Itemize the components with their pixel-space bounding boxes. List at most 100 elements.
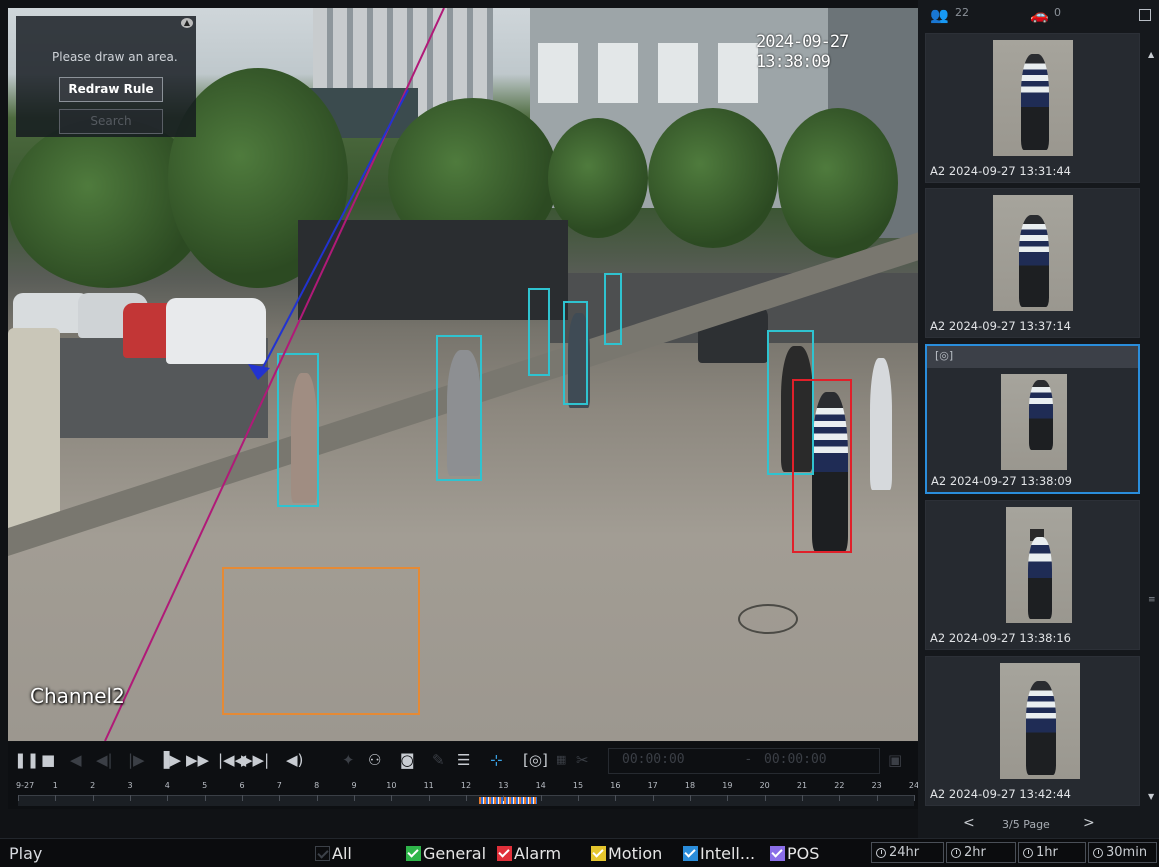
- checkbox-pos[interactable]: [770, 846, 785, 861]
- filter-all-label: All: [332, 844, 352, 863]
- prev-page-button[interactable]: <: [963, 815, 975, 831]
- volume-icon[interactable]: ◀): [286, 750, 303, 770]
- checkbox-general[interactable]: [406, 846, 421, 861]
- range-2hr-button[interactable]: 2hr: [946, 842, 1016, 863]
- timeline-tick: [130, 795, 131, 801]
- timeline-tick: [391, 795, 393, 801]
- collapse-icon[interactable]: ▲: [181, 18, 193, 28]
- next-page-button[interactable]: >: [1083, 815, 1095, 831]
- result-card[interactable]: A2 2024-09-27 13:42:44: [925, 656, 1140, 806]
- expand-icon[interactable]: [1139, 9, 1151, 21]
- recording-marks: [479, 797, 537, 804]
- checkbox-motion[interactable]: [591, 846, 606, 861]
- result-card-label: A2 2024-09-27 13:42:44: [930, 787, 1071, 801]
- results-header: 👥 22 🚗 0: [918, 0, 1159, 30]
- filter-all[interactable]: All: [315, 844, 352, 863]
- timeline-hour-label: 16: [610, 781, 621, 790]
- pause-icon[interactable]: ❚❚: [14, 750, 39, 770]
- timeline-hour-label: 13: [498, 781, 509, 790]
- slow-backward-icon[interactable]: ◀|: [96, 750, 113, 770]
- range-1hr-button[interactable]: 1hr: [1018, 842, 1086, 863]
- snapshot-icon[interactable]: ◙: [400, 750, 415, 770]
- scroll-down-icon[interactable]: ▼: [1148, 792, 1154, 801]
- range-30min-button[interactable]: 30min: [1088, 842, 1157, 863]
- save-icon[interactable]: ▣: [888, 750, 902, 770]
- dots-icon[interactable]: ▦: [556, 750, 566, 770]
- face-detect-icon[interactable]: ⚇: [368, 750, 381, 770]
- search-button[interactable]: Search: [59, 109, 163, 134]
- object-search-icon[interactable]: [◎]: [935, 349, 953, 362]
- object-search-icon[interactable]: [◎]: [523, 750, 548, 770]
- reverse-play-icon[interactable]: ◀: [70, 750, 82, 770]
- smart-search-icon[interactable]: ✦: [342, 750, 355, 770]
- person-thumbnail: [993, 40, 1073, 156]
- channel-label: Channel2: [30, 684, 125, 708]
- person: [1019, 215, 1049, 307]
- filter-intelligent-label: Intell...: [700, 844, 756, 863]
- human-icon[interactable]: 👥: [930, 6, 949, 24]
- clip-icon[interactable]: ✂: [576, 750, 589, 770]
- person-thumbnail: [1006, 507, 1072, 623]
- motion-search-icon[interactable]: ⊹: [490, 750, 503, 770]
- filter-icon[interactable]: ☰: [457, 750, 470, 770]
- person: [1026, 681, 1056, 775]
- filter-general[interactable]: General: [406, 844, 486, 863]
- vehicle-count: 0: [1054, 6, 1061, 19]
- result-card-selected[interactable]: [◎] A2 2024-09-27 13:38:09: [925, 344, 1140, 494]
- fast-forward-icon[interactable]: ▶▶: [186, 750, 209, 770]
- clock-icon: [1023, 847, 1033, 858]
- draw-area-prompt: Please draw an area.: [52, 50, 178, 64]
- filter-pos[interactable]: POS: [770, 844, 819, 863]
- vehicle-icon[interactable]: 🚗: [1030, 6, 1049, 24]
- checkbox-alarm[interactable]: [497, 846, 512, 861]
- checkbox-intelligent[interactable]: [683, 846, 698, 861]
- filter-motion[interactable]: Motion: [591, 844, 662, 863]
- clock-icon: [876, 847, 886, 858]
- tag-icon[interactable]: ✎: [432, 750, 445, 770]
- timeline-hour-label: 14: [535, 781, 546, 790]
- timeline[interactable]: 9-27 1 2 3 4 5 6 7 8 9 10 11 12 13 14 15 16 17 18 19 20 21 22 2…: [8, 779, 919, 809]
- video-playback-view[interactable]: 2024-09-27 13:38:09 Channel2 ▲ Please dr…: [8, 8, 918, 741]
- timeline-tick: [615, 795, 617, 801]
- person-thumbnail: [993, 195, 1073, 311]
- clip-end-time[interactable]: 00:00:00: [764, 752, 827, 767]
- timeline-tick: [727, 795, 729, 801]
- timeline-tick: [55, 795, 57, 801]
- playback-toolbar: ❚❚ ■ ◀ ◀| |▶ ▐▶ ▶▶ |◀◀ ▶▶| ◀) ✦ ⚇ ◙ ✎ ☰ …: [8, 742, 918, 779]
- results-scrollbar[interactable]: ▲ ≡ ▼: [1148, 30, 1156, 810]
- filter-alarm[interactable]: Alarm: [497, 844, 561, 863]
- timeline-hour-label: 4: [164, 781, 170, 790]
- checkbox-all[interactable]: [315, 846, 330, 861]
- timeline-tick: [839, 795, 841, 801]
- timeline-hour-label: 9: [351, 781, 357, 790]
- person-thumbnail: [1001, 374, 1067, 470]
- result-card-label: A2 2024-09-27 13:38:09: [931, 474, 1072, 488]
- redraw-rule-button[interactable]: Redraw Rule: [59, 77, 163, 102]
- next-record-icon[interactable]: ▶▶|: [241, 750, 269, 770]
- page-indicator: 3/5 Page: [1002, 818, 1050, 831]
- card-toolbar: [◎]: [927, 346, 1138, 368]
- range-24hr-button[interactable]: 24hr: [871, 842, 944, 863]
- timeline-tick: [503, 795, 505, 801]
- range-1hr-label: 1hr: [1036, 845, 1058, 860]
- timeline-tick: [354, 795, 355, 801]
- result-card[interactable]: A2 2024-09-27 13:38:16: [925, 500, 1140, 650]
- result-card-label: A2 2024-09-27 13:38:16: [930, 631, 1071, 645]
- person-thumbnail: [1000, 663, 1080, 779]
- timeline-tick: [914, 795, 915, 801]
- result-card[interactable]: A2 2024-09-27 13:31:44: [925, 33, 1140, 183]
- timeline-tick: [802, 795, 803, 801]
- clock-icon: [1093, 847, 1103, 858]
- stop-icon[interactable]: ■: [41, 750, 55, 770]
- scroll-up-icon[interactable]: ▲: [1148, 50, 1154, 59]
- slow-play-icon[interactable]: ▐▶: [158, 750, 181, 770]
- scroll-handle[interactable]: ≡: [1148, 595, 1156, 605]
- filter-intelligent[interactable]: Intell...: [683, 844, 755, 863]
- person: [1021, 54, 1049, 150]
- step-forward-icon[interactable]: |▶: [128, 750, 145, 770]
- timeline-tick: [242, 795, 243, 801]
- clip-start-time[interactable]: 00:00:00: [622, 752, 685, 767]
- osd-timestamp: 2024-09-27 13:38:09: [756, 32, 849, 72]
- result-card[interactable]: A2 2024-09-27 13:37:14: [925, 188, 1140, 338]
- timeline-tick: [876, 795, 878, 801]
